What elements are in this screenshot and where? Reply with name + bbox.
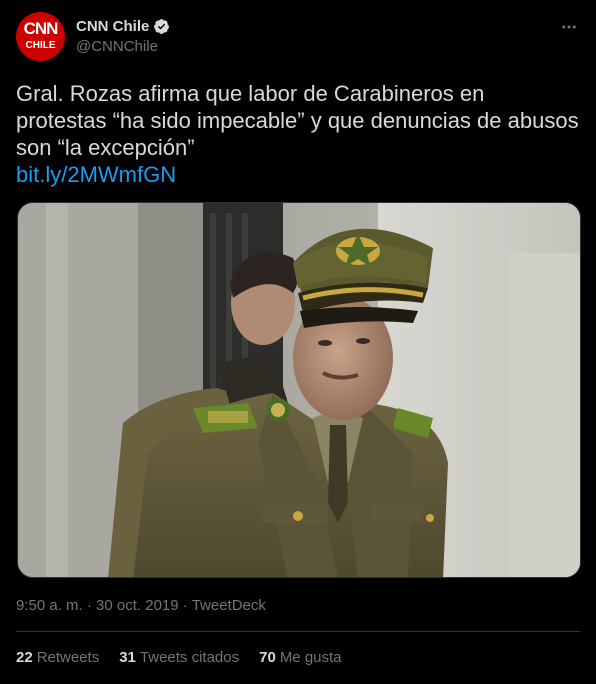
tweet-stats: 22 Retweets 31 Tweets citados 70 Me gusta	[16, 649, 362, 666]
more-horizontal-icon[interactable]	[558, 16, 580, 38]
verified-badge-icon	[154, 18, 170, 34]
quote-tweets-stat[interactable]: 31 Tweets citados	[119, 649, 239, 666]
tweet-source[interactable]: TweetDeck	[192, 597, 266, 614]
tweet-meta: 9:50 a. m. · 30 oct. 2019 · TweetDeck	[16, 597, 266, 614]
retweets-count: 22	[16, 649, 33, 666]
likes-label: Me gusta	[279, 649, 342, 666]
tweet-body: Gral. Rozas afirma que labor de Carabine…	[16, 80, 580, 188]
quote-tweets-label: Tweets citados	[139, 649, 240, 666]
tweet-photo[interactable]	[17, 202, 581, 578]
photo-of-carabineros-general	[18, 203, 580, 577]
display-name[interactable]: CNN Chile	[76, 18, 149, 35]
likes-stat[interactable]: 70 Me gusta	[259, 649, 341, 666]
retweets-label: Retweets	[36, 649, 100, 666]
tweet-header: CNN CHILE CNN Chile @CNNChile	[16, 12, 580, 64]
meta-separator: ·	[82, 597, 97, 614]
tweet-text: Gral. Rozas afirma que labor de Carabine…	[16, 81, 579, 160]
retweets-stat[interactable]: 22 Retweets	[16, 649, 99, 666]
avatar-logo-cnn: CNN	[23, 19, 59, 38]
avatar-logo-chile: CHILE	[25, 40, 56, 51]
tweet-time[interactable]: 9:50 a. m.	[16, 597, 83, 614]
meta-separator: ·	[178, 597, 192, 614]
tweet-link[interactable]: bit.ly/2MWmfGN	[16, 161, 580, 188]
handle[interactable]: @CNNChile	[76, 38, 158, 55]
name-row: CNN Chile	[76, 16, 170, 36]
tweet-date[interactable]: 30 oct. 2019	[96, 597, 179, 614]
quote-tweets-count: 31	[119, 649, 136, 666]
divider	[16, 631, 580, 632]
avatar[interactable]: CNN CHILE	[16, 12, 65, 61]
likes-count: 70	[259, 649, 276, 666]
